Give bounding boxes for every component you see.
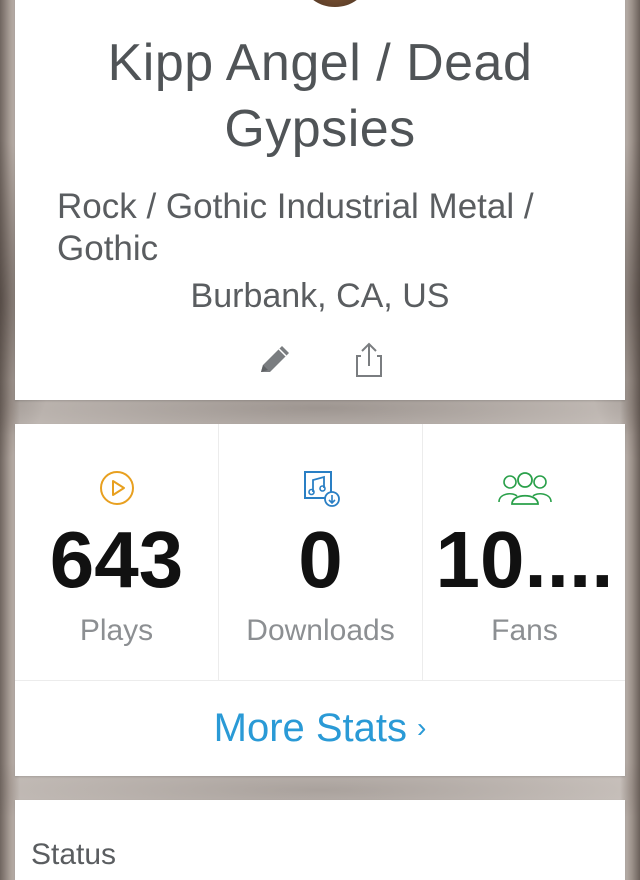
stat-fans[interactable]: 10.... Fans	[422, 424, 626, 680]
edit-button[interactable]	[255, 340, 295, 380]
plays-label: Plays	[79, 614, 154, 647]
share-icon	[356, 342, 382, 377]
fans-group-icon	[497, 472, 552, 505]
downloads-count: 0	[298, 515, 343, 604]
avatar[interactable]	[295, 0, 375, 10]
more-stats-label: More Stats	[213, 705, 408, 750]
location-text: Burbank, CA, US	[190, 277, 450, 315]
genre-text: Rock / Gothic Industrial Metal / Gothic	[57, 187, 534, 268]
more-stats-link[interactable]: More Stats ›	[15, 680, 625, 776]
fans-count: 10....	[435, 515, 614, 604]
status-card: Status	[15, 800, 625, 880]
music-download-icon	[303, 471, 340, 507]
profile-card: Kipp Angel / Dead Gypsies Rock / Gothic …	[15, 0, 625, 400]
profile-actions	[15, 340, 625, 384]
stats-card: 643 Plays 0 Downloads 10.... Fans More S…	[15, 424, 625, 776]
chevron-right-icon: ›	[417, 712, 427, 743]
stat-plays[interactable]: 643 Plays	[15, 424, 218, 680]
stat-downloads[interactable]: 0 Downloads	[218, 424, 422, 680]
pencil-icon	[261, 346, 289, 372]
downloads-label: Downloads	[246, 614, 395, 647]
share-button[interactable]	[349, 340, 389, 380]
play-circle-icon	[99, 471, 134, 505]
artist-name: Kipp Angel / Dead Gypsies	[107, 34, 533, 158]
plays-count: 643	[49, 515, 184, 604]
fans-label: Fans	[491, 614, 558, 647]
status-title: Status	[31, 838, 117, 871]
